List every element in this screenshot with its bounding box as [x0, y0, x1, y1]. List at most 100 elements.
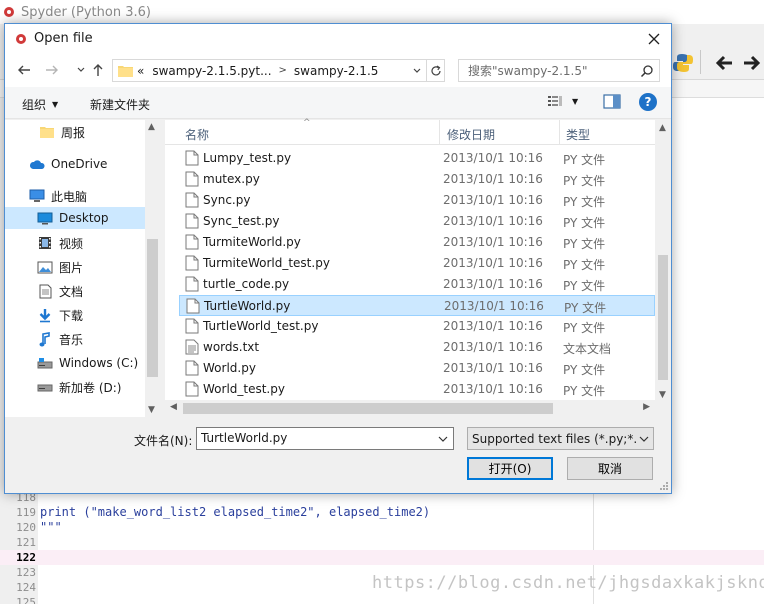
nav-item-documents[interactable]: 文档	[5, 280, 145, 302]
file-name: Sync.py	[203, 193, 251, 207]
arrow-up-icon	[93, 64, 103, 76]
nav-item-drive-c[interactable]: Windows (C:)	[5, 352, 145, 374]
back-button[interactable]	[15, 61, 33, 79]
file-list-vertical-scrollbar[interactable]: ▲ ▼	[655, 120, 671, 403]
code-text[interactable]: print ("make_word_list2 elapsed_time2", …	[40, 505, 430, 520]
nav-item-computer[interactable]: 此电脑	[5, 185, 145, 207]
python-file-icon	[185, 213, 199, 229]
cancel-button[interactable]: 取消	[567, 457, 653, 480]
nav-item-video[interactable]: 视频	[5, 232, 145, 254]
file-row[interactable]: World.py 2013/10/1 10:16 PY 文件	[179, 358, 655, 379]
nav-item-drive-d[interactable]: 新加卷 (D:)	[5, 376, 145, 398]
nav-item-music[interactable]: 音乐	[5, 328, 145, 350]
search-icon[interactable]	[640, 64, 654, 78]
address-dropdown-button[interactable]	[409, 63, 425, 79]
refresh-button[interactable]	[426, 60, 445, 81]
file-row[interactable]: mutex.py 2013/10/1 10:16 PY 文件	[179, 169, 655, 190]
scroll-thumb[interactable]	[658, 255, 668, 380]
breadcrumb-item[interactable]: swampy-2.1.5	[294, 64, 378, 78]
file-row-selected[interactable]: TurtleWorld.py 2013/10/1 10:16 PY 文件	[179, 295, 655, 316]
breadcrumb-overflow[interactable]: «	[137, 64, 144, 78]
nav-item-pictures[interactable]: 图片	[5, 256, 145, 278]
forward-button[interactable]	[43, 61, 61, 79]
column-divider[interactable]	[439, 120, 440, 145]
chevron-down-icon	[639, 436, 649, 442]
spyder-titlebar: Spyder (Python 3.6)	[0, 0, 764, 24]
search-box[interactable]	[458, 59, 660, 82]
column-header-name[interactable]: 名称	[185, 126, 209, 143]
file-date: 2013/10/1 10:16	[443, 277, 543, 291]
nav-item-desktop[interactable]: Desktop	[5, 207, 145, 229]
scroll-down-icon[interactable]: ▼	[148, 405, 155, 415]
column-header-date[interactable]: 修改日期	[447, 126, 495, 143]
change-view-button[interactable]: ▼	[548, 95, 578, 107]
file-row[interactable]: World_test.py 2013/10/1 10:16 PY 文件	[179, 379, 655, 400]
scroll-thumb[interactable]	[183, 403, 553, 414]
nav-item-label: 视频	[59, 236, 84, 251]
file-row[interactable]: TurmiteWorld_test.py 2013/10/1 10:16 PY 文件	[179, 253, 655, 274]
navigation-bar: « swampy-2.1.5.pyt... > swampy-2.1.5	[5, 53, 671, 87]
filename-input[interactable]	[201, 431, 431, 445]
code-line[interactable]: 119 print ("make_word_list2 elapsed_time2…	[0, 505, 764, 520]
scrollbar-corner	[655, 403, 671, 417]
nav-item-cloud[interactable]: OneDrive	[5, 153, 145, 175]
file-list: ^ 名称 修改日期 类型 Lumpy_test.py 2013/10/1 10:1…	[165, 118, 671, 417]
python-file-icon	[185, 192, 199, 208]
arrow-left-icon	[18, 65, 30, 75]
breadcrumb-separator-icon[interactable]: >	[279, 65, 287, 76]
nav-pane-scrollbar[interactable]: ▲ ▼	[145, 120, 160, 417]
breadcrumb-item[interactable]: swampy-2.1.5.pyt...	[152, 64, 271, 78]
close-button[interactable]	[645, 30, 663, 48]
scroll-thumb[interactable]	[147, 239, 158, 377]
search-input[interactable]	[468, 63, 638, 78]
file-type: PY 文件	[563, 237, 606, 251]
cloud-icon	[29, 156, 45, 172]
code-line[interactable]: 120 """	[0, 520, 764, 535]
scroll-right-icon[interactable]: ▶	[643, 402, 650, 412]
scroll-down-icon[interactable]: ▼	[659, 390, 666, 400]
folder-icon	[118, 65, 133, 77]
file-row[interactable]: words.txt 2013/10/1 10:16 文本文档	[179, 337, 655, 358]
code-line-current[interactable]: 122	[0, 550, 764, 565]
desktop-icon	[37, 210, 53, 226]
file-row[interactable]: TurtleWorld_test.py 2013/10/1 10:16 PY 文件	[179, 316, 655, 337]
nav-item-label: 下载	[59, 308, 84, 323]
column-header-type[interactable]: 类型	[566, 126, 590, 143]
file-type-filter-select[interactable]: Supported text files (*.py;*.R	[467, 427, 654, 450]
back-arrow-icon[interactable]	[714, 52, 736, 74]
file-row[interactable]: Sync_test.py 2013/10/1 10:16 PY 文件	[179, 211, 655, 232]
new-folder-button[interactable]: 新建文件夹	[90, 96, 150, 113]
help-button[interactable]: ?	[639, 93, 657, 111]
python-file-icon	[185, 381, 199, 397]
file-row[interactable]: turtle_code.py 2013/10/1 10:16 PY 文件	[179, 274, 655, 295]
code-text[interactable]: """	[40, 520, 62, 535]
code-line[interactable]: 121	[0, 535, 764, 550]
scroll-left-icon[interactable]: ◀	[170, 402, 177, 412]
filename-combobox[interactable]	[196, 427, 454, 450]
file-row[interactable]: Lumpy_test.py 2013/10/1 10:16 PY 文件	[179, 148, 655, 169]
preview-pane-icon[interactable]	[603, 94, 621, 110]
python-logo-icon[interactable]	[672, 52, 694, 74]
scroll-up-icon[interactable]: ▲	[659, 123, 666, 133]
nav-item-download[interactable]: 下载	[5, 304, 145, 326]
file-list-horizontal-scrollbar[interactable]: ◀ ▶	[165, 400, 655, 417]
code-line[interactable]: 125	[0, 595, 764, 604]
open-button[interactable]: 打开(O)	[467, 457, 553, 480]
address-bar[interactable]: « swampy-2.1.5.pyt... > swampy-2.1.5	[112, 59, 445, 82]
file-name: World.py	[203, 361, 256, 375]
file-row[interactable]: TurmiteWorld.py 2013/10/1 10:16 PY 文件	[179, 232, 655, 253]
file-date: 2013/10/1 10:16	[443, 151, 543, 165]
file-row[interactable]: Sync.py 2013/10/1 10:16 PY 文件	[179, 190, 655, 211]
file-date: 2013/10/1 10:16	[443, 361, 543, 375]
nav-item-folder[interactable]: 周报	[5, 121, 145, 143]
open-file-dialog: Open file « swampy-2.1.5.pyt... > swampy…	[4, 23, 672, 494]
resize-grip-icon[interactable]	[659, 481, 669, 491]
scroll-up-icon[interactable]: ▲	[148, 122, 155, 132]
recent-locations-button[interactable]	[72, 61, 90, 79]
filter-dropdown-button[interactable]	[637, 432, 651, 446]
up-button[interactable]	[89, 61, 107, 79]
column-divider[interactable]	[559, 120, 560, 145]
chevron-down-icon[interactable]	[437, 433, 449, 445]
forward-arrow-icon[interactable]	[740, 52, 762, 74]
organize-button[interactable]: 组织 ▼	[22, 96, 58, 113]
